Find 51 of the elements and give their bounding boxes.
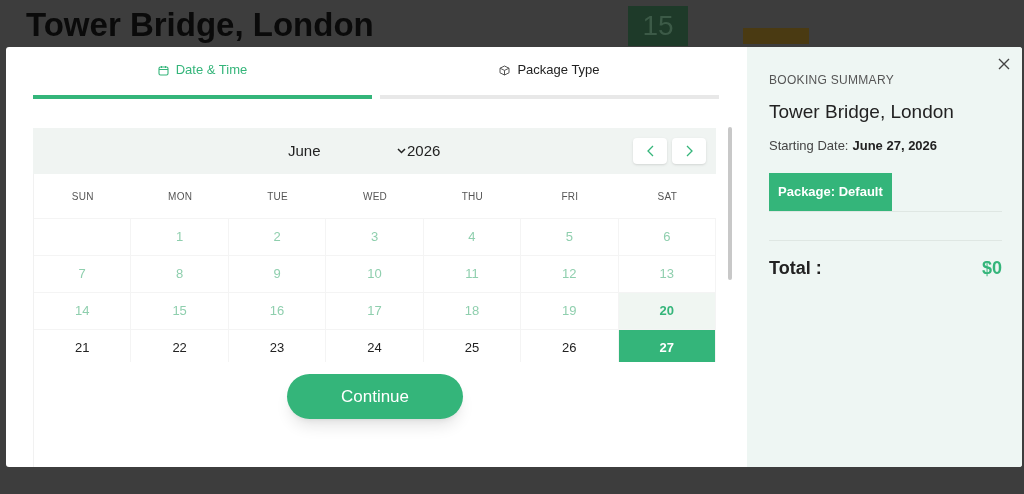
calendar-day: 18: [423, 292, 522, 329]
previous-month-button[interactable]: [633, 138, 667, 164]
summary-title: Tower Bridge, London: [769, 100, 955, 124]
calendar-day: 3: [326, 218, 424, 255]
discount-badge: [743, 28, 809, 44]
weekday-label: THU: [460, 189, 485, 204]
close-icon: [998, 58, 1010, 70]
weekday-label: FRI: [560, 189, 580, 204]
weekday-label: WED: [361, 189, 389, 204]
tab[interactable]: Package Type: [380, 47, 719, 99]
calendar-day: 2: [228, 218, 327, 255]
calendar-day: 19: [521, 292, 619, 329]
weekday-label: SAT: [656, 189, 678, 204]
chevron-right-icon: [685, 145, 693, 157]
chevron-down-icon: [397, 148, 406, 154]
calendar-day[interactable]: 21: [34, 329, 132, 362]
date-value: June 27, 2026: [852, 136, 938, 155]
calendar-day[interactable]: 23: [228, 329, 327, 362]
calendar-day: 8: [131, 255, 229, 292]
calendar-day: 14: [34, 292, 132, 329]
cube-icon: [499, 64, 511, 76]
weekday-label: SUN: [70, 189, 95, 204]
chevron-left-icon: [646, 145, 654, 157]
calendar-day: 11: [423, 255, 522, 292]
calendar-day: 5: [521, 218, 619, 255]
package-tag: Package: Default: [769, 173, 892, 211]
summary-heading: BOOKING SUMMARY: [769, 72, 895, 89]
calendar-day: 9: [228, 255, 327, 292]
calendar-day: 6: [618, 218, 716, 255]
month-select[interactable]: June: [288, 139, 406, 163]
date-label: Starting Date:: [769, 136, 849, 155]
calendar-day: 10: [326, 255, 424, 292]
total-value: $0: [981, 256, 1002, 280]
year-select[interactable]: 2026: [407, 139, 441, 163]
weekday-label: TUE: [266, 189, 289, 204]
total-label: Total :: [769, 256, 822, 280]
next-month-button[interactable]: [672, 138, 706, 164]
calendar-day: 17: [326, 292, 424, 329]
calendar-day[interactable]: 22: [131, 329, 229, 362]
calendar-icon: [157, 64, 169, 76]
calendar-day[interactable]: 25: [423, 329, 522, 362]
calendar-day: 7: [34, 255, 132, 292]
calendar-day[interactable]: 24: [326, 329, 424, 362]
calendar-day[interactable]: 26: [521, 329, 619, 362]
calendar-day: 16: [228, 292, 327, 329]
close-button[interactable]: [998, 57, 1012, 71]
calendar-day: 1: [131, 218, 229, 255]
calendar-day: 12: [521, 255, 619, 292]
calendar-day: 15: [131, 292, 229, 329]
weekday-label: MON: [167, 189, 194, 204]
calendar-day: 4: [423, 218, 522, 255]
